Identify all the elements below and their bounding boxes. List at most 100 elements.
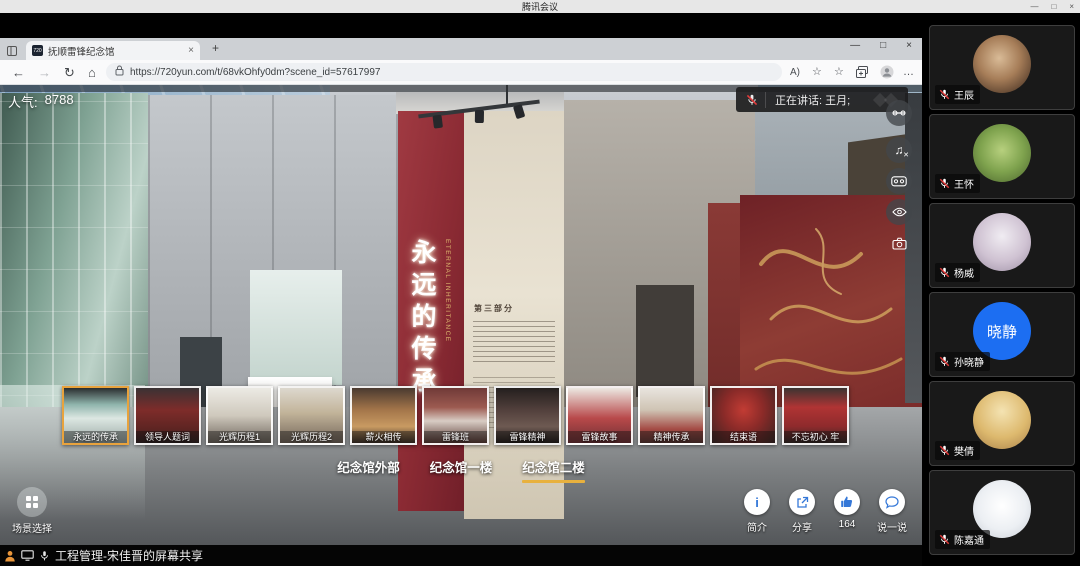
mic-muted-icon <box>939 178 950 189</box>
participant-tile[interactable]: 王辰 <box>929 25 1075 110</box>
maximize-button[interactable]: □ <box>1051 0 1056 13</box>
scene-thumbnail[interactable]: 薪火相传 <box>350 386 417 445</box>
mic-muted-icon <box>939 356 950 367</box>
scene-thumbnail[interactable]: 不忘初心 牢 <box>782 386 849 445</box>
mic-muted-icon <box>939 534 950 545</box>
scene-label: 雷锋故事 <box>568 431 631 443</box>
participant-tile[interactable]: 杨威 <box>929 203 1075 288</box>
scene-thumbnail-strip: 永远的传承 领导人题词 光辉历程1 光辉历程2 薪火相传 雷锋班 雷锋精神 雷锋… <box>62 386 849 445</box>
grid-icon <box>25 495 39 509</box>
action-label: 分享 <box>785 519 819 534</box>
scene-thumbnail[interactable]: 领导人题词 <box>134 386 201 445</box>
thumbs-up-icon <box>840 495 854 509</box>
participant-nameplate: 杨威 <box>935 263 980 282</box>
music-toggle-button[interactable]: ♫ ✕ <box>886 137 912 163</box>
avatar-initials: 晓静 <box>987 321 1017 342</box>
participant-nameplate: 孙晓静 <box>935 352 990 371</box>
calligraphy-red-wall <box>740 195 922 413</box>
pan-handle-button[interactable] <box>886 100 912 126</box>
scene-label: 领导人题词 <box>136 431 199 443</box>
tab-actions-icon[interactable] <box>7 43 17 61</box>
browser-tab[interactable]: 720 抚顺雷锋纪念馆 × <box>26 41 200 60</box>
share-button[interactable]: 分享 <box>785 489 819 534</box>
scene-label: 光辉历程1 <box>208 431 271 443</box>
tab-second-floor[interactable]: 纪念馆二楼 <box>520 457 587 483</box>
scene-label: 光辉历程2 <box>280 431 343 443</box>
add-favorite-icon[interactable]: ☆ <box>812 64 822 81</box>
home-button[interactable]: ⌂ <box>88 64 96 81</box>
scene-thumbnail[interactable]: 精神传承 <box>638 386 705 445</box>
scene-thumbnail[interactable]: 雷锋故事 <box>566 386 633 445</box>
lock-icon <box>115 63 124 81</box>
read-aloud-icon[interactable]: A) <box>790 64 800 81</box>
meeting-titlebar: 腾讯会议 — □ × <box>0 0 1080 13</box>
participant-nameplate: 王辰 <box>935 85 980 104</box>
refresh-button[interactable]: ↻ <box>64 64 75 81</box>
scene-label: 精神传承 <box>640 431 703 443</box>
scene-thumbnail[interactable]: 光辉历程1 <box>206 386 273 445</box>
tab-exterior[interactable]: 纪念馆外部 <box>335 457 402 483</box>
tab-first-floor[interactable]: 纪念馆一楼 <box>428 457 495 483</box>
minimize-button[interactable]: — <box>1030 0 1038 13</box>
scene-select-label: 场景选择 <box>5 520 59 535</box>
participant-name: 杨威 <box>954 265 974 280</box>
browser-maximize-button[interactable]: □ <box>880 40 886 51</box>
drag-handle-icon <box>892 109 906 117</box>
scene-thumbnail[interactable]: 结束语 <box>710 386 777 445</box>
presenter-icon <box>4 550 16 562</box>
browser-window: 720 抚顺雷锋纪念馆 × + — □ × ← → ↻ ⌂ https://72… <box>0 38 922 545</box>
popularity-counter: 人气: 8788 <box>8 92 74 111</box>
panel-heading: 第三部分 <box>474 303 514 314</box>
browser-close-button[interactable]: × <box>906 40 912 51</box>
collections-icon[interactable] <box>856 66 868 84</box>
info-button[interactable]: i 简介 <box>740 489 774 534</box>
scene-thumbnail[interactable]: 雷锋精神 <box>494 386 561 445</box>
back-button[interactable]: ← <box>12 64 25 81</box>
participant-tile[interactable]: 王怀 <box>929 114 1075 199</box>
participant-tile[interactable]: 晓静 孙晓静 <box>929 292 1075 377</box>
view-toggle-button[interactable] <box>886 199 912 225</box>
mic-muted-icon <box>736 94 765 106</box>
more-menu-icon[interactable]: … <box>903 64 914 81</box>
new-tab-button[interactable]: + <box>212 41 219 55</box>
participant-nameplate: 王怀 <box>935 174 980 193</box>
participant-tile[interactable]: 陈嘉通 <box>929 470 1075 555</box>
avatar <box>973 35 1031 93</box>
participant-tile[interactable]: 樊倩 <box>929 381 1075 466</box>
scene-select-button[interactable]: 场景选择 <box>5 487 59 535</box>
comment-button[interactable]: 说一说 <box>875 489 909 534</box>
participant-name: 孙晓静 <box>954 354 984 369</box>
participant-name: 王辰 <box>954 87 974 102</box>
scene-thumbnail[interactable]: 永远的传承 <box>62 386 129 445</box>
profile-avatar-icon[interactable] <box>880 65 894 85</box>
close-button[interactable]: × <box>1069 0 1074 13</box>
avatar <box>973 213 1031 271</box>
popularity-label: 人气: <box>8 92 38 111</box>
floor-tab-bar: 纪念馆外部 纪念馆一楼 纪念馆二楼 <box>0 457 922 483</box>
screen-icon <box>21 550 34 561</box>
scene-label: 雷锋精神 <box>496 431 559 443</box>
share-icon <box>796 496 809 509</box>
scene-label: 结束语 <box>712 431 775 443</box>
action-label: 说一说 <box>875 519 909 534</box>
music-off-x: ✕ <box>903 151 909 159</box>
mic-muted-icon <box>939 267 950 278</box>
participants-panel: 王辰 王怀 杨威 晓静 孙晓静 <box>922 13 1080 566</box>
scene-label: 雷锋班 <box>424 431 487 443</box>
browser-minimize-button[interactable]: — <box>850 40 860 51</box>
forward-button[interactable]: → <box>38 64 51 81</box>
scene-thumbnail[interactable]: 光辉历程2 <box>278 386 345 445</box>
scene-thumbnail[interactable]: 雷锋班 <box>422 386 489 445</box>
address-bar[interactable]: https://720yun.com/t/68vkOhfy0dm?scene_i… <box>106 63 782 81</box>
capture-button[interactable] <box>886 230 912 256</box>
bright-window <box>250 270 342 385</box>
vr-mode-button[interactable] <box>886 168 912 194</box>
scene-label: 不忘初心 牢 <box>784 431 847 443</box>
like-button[interactable]: 164 <box>830 489 864 534</box>
participant-name: 王怀 <box>954 176 974 191</box>
pillar-subtitle: ETERNAL INHERITANCE <box>444 239 451 343</box>
popularity-value: 8788 <box>45 92 74 111</box>
favorites-hub-icon[interactable]: ☆ <box>834 64 844 81</box>
participant-nameplate: 陈嘉通 <box>935 530 990 549</box>
tab-close-icon[interactable]: × <box>188 45 194 56</box>
